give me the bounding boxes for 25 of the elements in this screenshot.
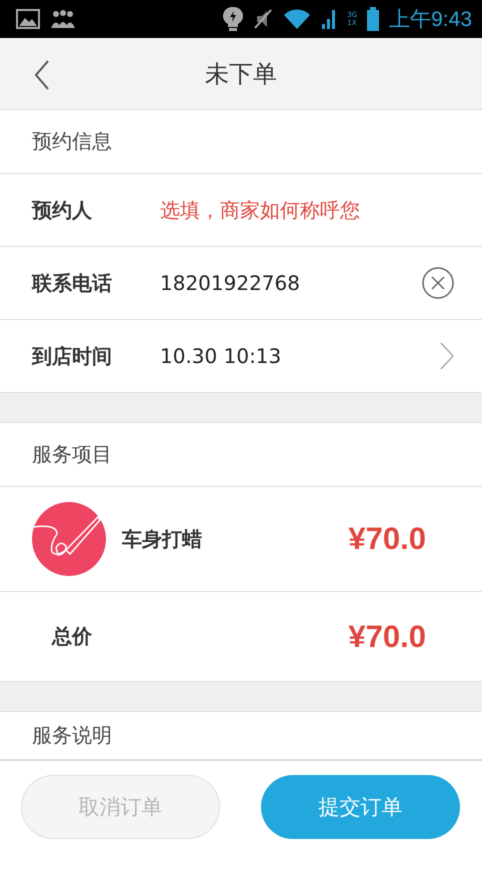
- clear-icon[interactable]: [422, 267, 454, 299]
- muted-icon: [253, 8, 274, 30]
- section-title: 服务说明: [32, 722, 112, 749]
- service-price: ¥70.0: [348, 521, 426, 557]
- field-label: 联系电话: [32, 270, 113, 296]
- wifi-icon: [283, 8, 312, 30]
- battery-icon: [367, 7, 380, 31]
- status-time: 上午9:43: [389, 7, 472, 33]
- paintbrush-icon: [32, 502, 106, 576]
- image-icon: [16, 9, 40, 29]
- back-icon[interactable]: [34, 60, 50, 90]
- field-label: 到店时间: [32, 342, 113, 370]
- signal-icon: [321, 8, 338, 30]
- service-name: 车身打蜡: [122, 526, 203, 552]
- people-icon: [50, 8, 76, 30]
- field-value[interactable]: 10.30 10:13: [160, 344, 440, 368]
- total-label: 总价: [52, 623, 93, 650]
- field-value: 18201922768: [160, 271, 301, 295]
- section-title: 服务项目: [32, 441, 112, 468]
- total-price: ¥70.0: [348, 618, 426, 654]
- field-label: 预约人: [32, 196, 93, 224]
- submit-order-button[interactable]: 提交订单: [261, 775, 460, 839]
- page-title: 未下单: [205, 58, 277, 90]
- section-title: 预约信息: [32, 128, 112, 155]
- bulb-icon: [223, 6, 244, 32]
